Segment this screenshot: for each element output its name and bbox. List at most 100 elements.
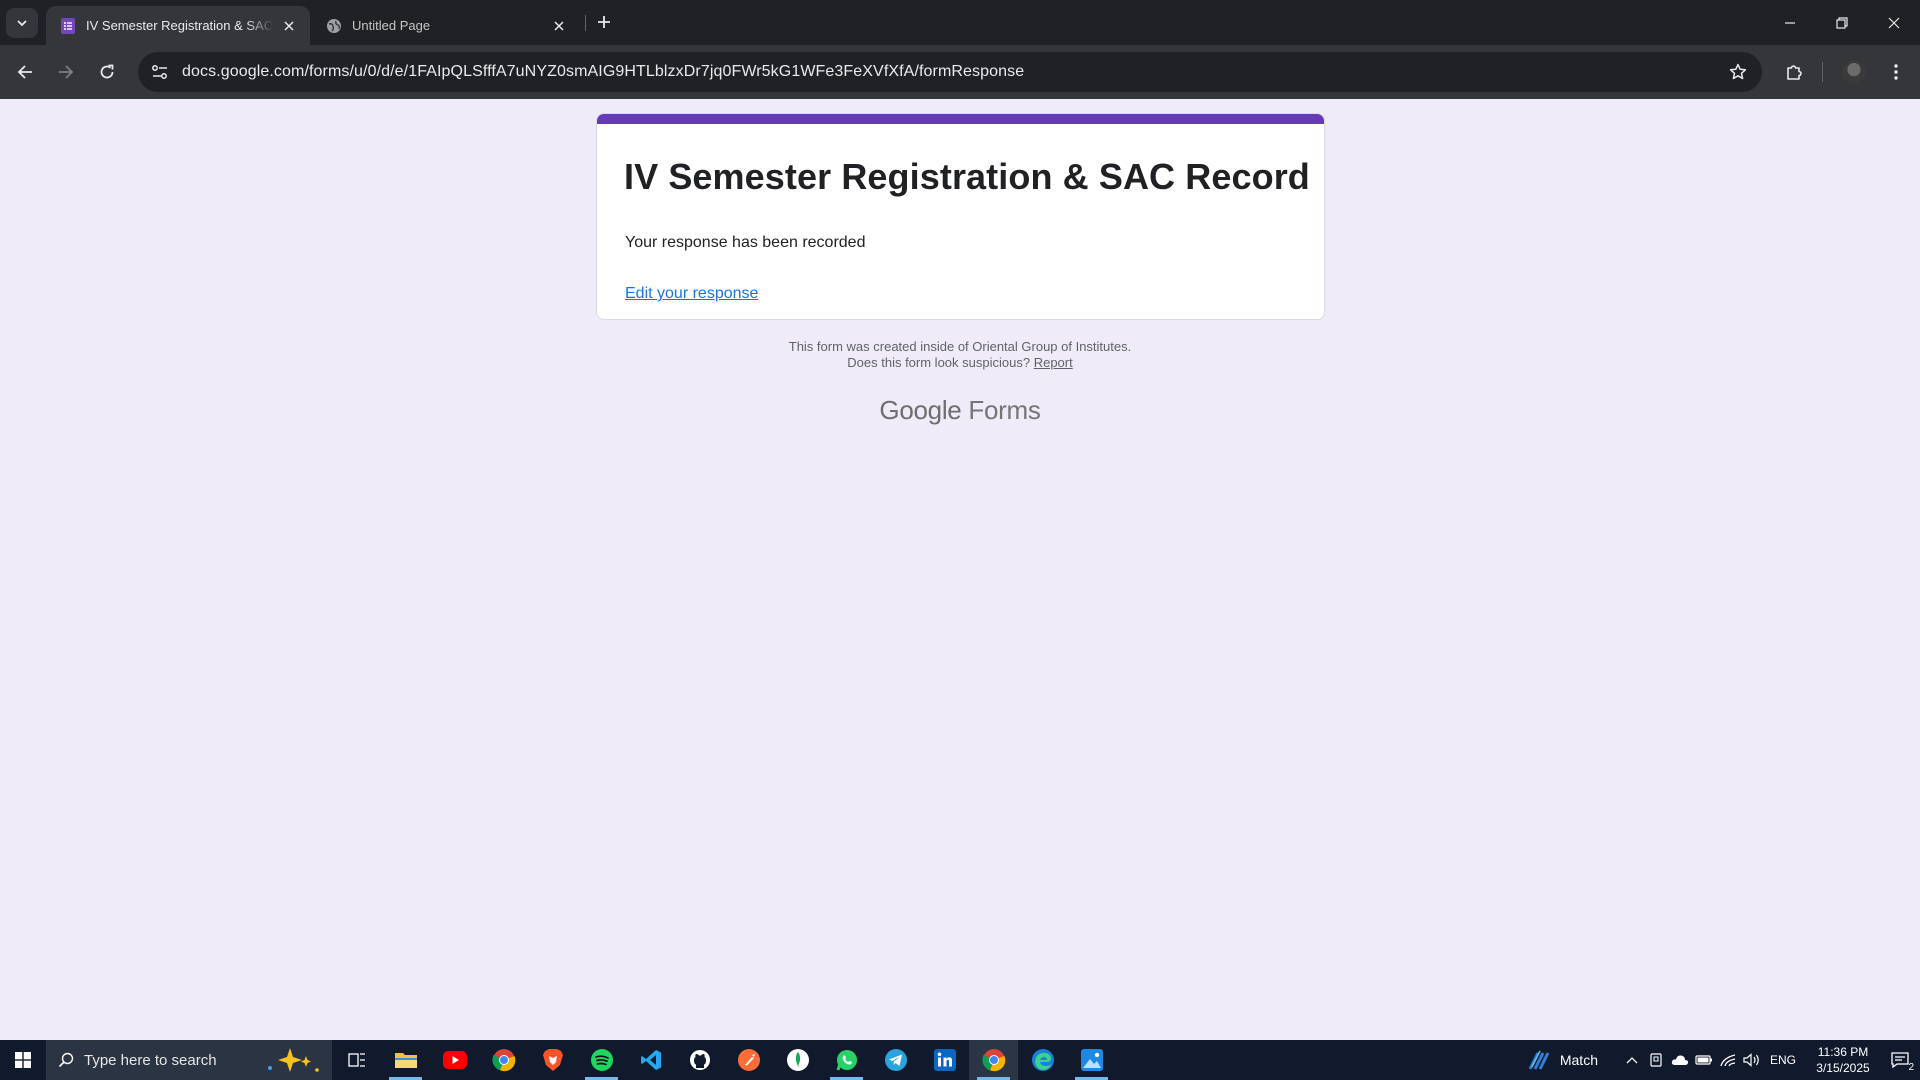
forward-button[interactable] [50,56,82,88]
windows-taskbar: Type here to search Match ENG 11:36 PM 3… [0,1040,1920,1080]
vscode-app[interactable] [626,1040,675,1080]
edge-app[interactable] [1018,1040,1067,1080]
notification-center-button[interactable]: 2 [1880,1040,1920,1080]
chevron-up-icon [1626,1057,1638,1064]
battery-tray-icon[interactable] [1692,1040,1716,1080]
photos-app[interactable] [1067,1040,1116,1080]
created-inside-text: This form was created inside of Oriental… [788,339,1132,354]
profile-avatar[interactable] [1842,60,1866,84]
whatsapp-app[interactable] [822,1040,871,1080]
mongodb-compass-app[interactable] [773,1040,822,1080]
show-hidden-icons-button[interactable] [1620,1040,1644,1080]
battery-icon [1695,1055,1712,1065]
edge-icon [1031,1049,1054,1071]
github-icon [689,1050,710,1070]
bookmark-star-button[interactable] [1726,60,1750,84]
google-forms-logo[interactable]: Google Forms [0,395,1920,426]
close-icon [1888,17,1900,28]
window-controls [1764,0,1920,45]
mongodb-icon [786,1049,809,1071]
onedrive-tray-icon[interactable] [1668,1040,1692,1080]
wifi-tray-icon[interactable] [1716,1040,1740,1080]
github-app[interactable] [675,1040,724,1080]
system-tray: Match ENG 11:36 PM 3/15/2025 2 [1526,1040,1920,1080]
notification-count: 2 [1908,1062,1914,1073]
forms-wordmark: Forms [968,395,1041,425]
input-language[interactable]: ENG [1770,1053,1796,1067]
start-button[interactable] [0,1040,46,1080]
brave-app[interactable] [528,1040,577,1080]
report-link[interactable]: Report [1034,355,1073,370]
tab-google-form[interactable]: IV Semester Registration & SAC Record [46,6,310,45]
telegram-icon [884,1049,907,1071]
tab-untitled-page[interactable]: Untitled Page [312,6,580,45]
search-icon [58,1052,74,1068]
tab-search-button[interactable] [6,8,38,38]
notification-icon [1891,1052,1909,1068]
postman-app[interactable] [724,1040,773,1080]
youtube-app[interactable] [430,1040,479,1080]
browser-menu-button[interactable] [1884,58,1908,86]
clock-date: 3/15/2025 [1816,1061,1870,1075]
tune-icon [152,65,167,79]
linkedin-app[interactable] [920,1040,969,1080]
close-tab-icon[interactable] [280,17,298,35]
browser-toolbar: docs.google.com/forms/u/0/d/e/1FAIpQLSff… [0,45,1920,99]
file-explorer-app[interactable] [381,1040,430,1080]
arrow-right-icon [59,65,74,79]
url-text[interactable]: docs.google.com/forms/u/0/d/e/1FAIpQLSff… [182,63,1024,81]
address-bar[interactable]: docs.google.com/forms/u/0/d/e/1FAIpQLSff… [138,52,1762,92]
kebab-menu-icon [1894,64,1898,80]
tray-device-icon[interactable] [1644,1040,1668,1080]
confirmation-message: Your response has been recorded [625,234,866,251]
task-view-icon [347,1053,365,1067]
clock-time: 11:36 PM [1817,1045,1869,1059]
close-tab-icon[interactable] [550,17,568,35]
extensions-button[interactable] [1780,58,1808,86]
brave-icon [542,1049,563,1071]
cricket-icon [1528,1050,1550,1070]
arrow-left-icon [17,65,32,79]
form-title: IV Semester Registration & SAC Record [624,156,1310,197]
sparkle-icon[interactable] [262,1046,324,1074]
new-tab-button[interactable] [592,10,616,34]
postman-icon [737,1049,760,1071]
suspicious-prompt: Does this form look suspicious? [847,355,1031,370]
youtube-icon [442,1051,467,1069]
google-wordmark: Google [879,395,962,425]
puzzle-icon [1787,65,1802,80]
star-icon [1729,63,1747,80]
close-window-button[interactable] [1868,0,1920,45]
chrome-icon [981,1049,1005,1072]
device-icon [1650,1053,1662,1067]
clock[interactable]: 11:36 PM 3/15/2025 [1806,1044,1880,1076]
chrome-app[interactable] [479,1040,528,1080]
task-view-button[interactable] [332,1040,381,1080]
chrome-active-app[interactable] [969,1040,1018,1080]
restore-button[interactable] [1816,0,1868,45]
taskbar-search-box[interactable]: Type here to search [46,1040,332,1080]
minimize-icon [1785,21,1795,24]
spotify-app[interactable] [577,1040,626,1080]
telegram-app[interactable] [871,1040,920,1080]
site-info-button[interactable] [142,56,178,88]
tab-separator [585,15,586,31]
plus-icon [598,16,610,28]
page-content: IV Semester Registration & SAC Record Yo… [0,99,1920,1040]
edit-response-link[interactable]: Edit your response [625,285,758,303]
reload-button[interactable] [91,56,123,88]
volume-tray-icon[interactable] [1740,1040,1764,1080]
back-button[interactable] [9,56,41,88]
whatsapp-icon [836,1050,857,1071]
form-footer: This form was created inside of Oriental… [0,339,1920,371]
photos-icon [1080,1049,1103,1071]
tab-title: Untitled Page [352,18,431,33]
folder-icon [394,1053,417,1068]
minimize-button[interactable] [1764,0,1816,45]
form-accent-bar [597,114,1324,124]
google-forms-icon [60,17,76,34]
chrome-icon [491,1049,515,1072]
speaker-icon [1743,1053,1759,1067]
browser-tab-strip: IV Semester Registration & SAC Record Un… [0,0,1920,45]
weather-widget[interactable]: Match [1526,1049,1598,1071]
